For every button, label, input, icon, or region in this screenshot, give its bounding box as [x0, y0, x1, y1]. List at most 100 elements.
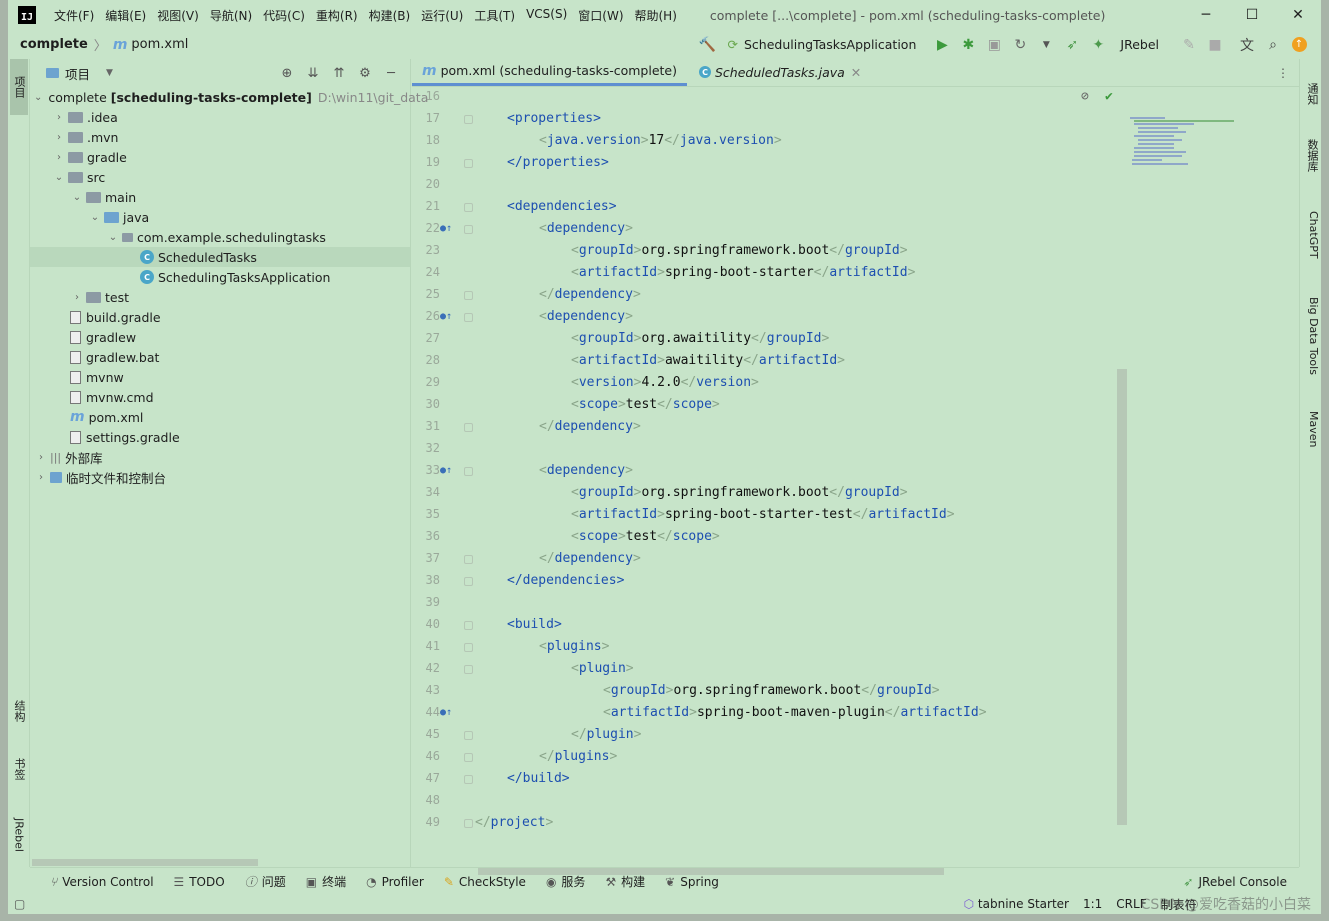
search-icon[interactable]: ⌕	[1261, 35, 1285, 55]
tree-item-gradlew[interactable]: gradlew	[30, 327, 410, 347]
code-editor[interactable]: 16 17 18 19 20 21 22 23 24 25 26 27 28 29 30 31 32 33 34 35…	[412, 87, 1299, 847]
chevron-right-icon[interactable]: ›	[34, 472, 48, 483]
menu-window[interactable]: 窗口(W)	[578, 7, 623, 24]
chevron-down-icon[interactable]: ⌄	[70, 192, 84, 203]
tree-item-gradlew-bat[interactable]: gradlew.bat	[30, 347, 410, 367]
intellij-logo-icon[interactable]: IJ	[18, 6, 36, 24]
translate-icon[interactable]: 文	[1235, 35, 1259, 55]
update-icon[interactable]: ↑	[1287, 35, 1311, 55]
jrebel-update-icon[interactable]: ✎	[1177, 35, 1201, 55]
jrebel-tool-button[interactable]: JRebel	[10, 807, 28, 863]
fold-marker-icon[interactable]	[464, 753, 473, 762]
editor-vertical-scrollbar[interactable]	[1117, 369, 1127, 825]
menu-navigate[interactable]: 导航(N)	[210, 7, 252, 24]
coverage-icon[interactable]: ▣	[982, 35, 1006, 55]
bigdata-tool-button[interactable]: Big Data Tools	[1302, 297, 1320, 375]
tab-scheduledtasks-java[interactable]: C ScheduledTasks.java ✕	[687, 58, 871, 86]
code-minimap[interactable]	[1130, 117, 1240, 177]
tree-item-src[interactable]: ⌄ src	[30, 167, 410, 187]
chevron-right-icon[interactable]: ›	[52, 152, 66, 163]
chevron-down-icon[interactable]: ⌄	[88, 212, 102, 223]
minimize-icon[interactable]: ─	[1183, 0, 1229, 30]
maven-dependency-icon[interactable]: ●↑	[440, 223, 452, 234]
close-icon[interactable]: ✕	[1275, 0, 1321, 30]
chevron-right-icon[interactable]: ›	[70, 292, 84, 303]
fold-marker-icon[interactable]	[464, 731, 473, 740]
chevron-right-icon[interactable]: ›	[52, 132, 66, 143]
breadcrumb-file[interactable]: pom.xml	[131, 37, 188, 52]
fold-marker-icon[interactable]	[464, 115, 473, 124]
jrebel-console-tool[interactable]: ➶ JRebel Console	[1183, 875, 1287, 889]
spring-tool[interactable]: ❦ Spring	[665, 875, 719, 889]
maven-dependency-icon[interactable]: ●↑	[440, 707, 452, 718]
menu-build[interactable]: 构建(B)	[369, 7, 411, 24]
maven-dependency-icon[interactable]: ●↑	[440, 311, 452, 322]
menu-tools[interactable]: 工具(T)	[474, 7, 515, 24]
chevron-right-icon[interactable]: ›	[52, 112, 66, 123]
fold-marker-icon[interactable]	[464, 819, 473, 828]
tree-item-main[interactable]: ⌄ main	[30, 187, 410, 207]
maven-tool-button[interactable]: Maven	[1302, 411, 1320, 447]
fold-marker-icon[interactable]	[464, 313, 473, 322]
project-panel-title[interactable]: 项目	[65, 64, 90, 83]
build-tool[interactable]: ⚒ 构建	[605, 873, 645, 890]
chatgpt-tool-button[interactable]: ChatGPT	[1302, 211, 1320, 259]
notifications-tool-button[interactable]: 通知	[1302, 83, 1320, 105]
chevron-down-icon[interactable]: ▼	[106, 68, 113, 78]
fold-marker-icon[interactable]	[464, 665, 473, 674]
fold-marker-icon[interactable]	[464, 159, 473, 168]
locate-icon[interactable]: ⊕	[274, 66, 300, 81]
services-tool[interactable]: ◉ 服务	[546, 873, 586, 890]
profile-icon[interactable]: ↻	[1008, 35, 1032, 55]
tree-item-mvnw[interactable]: mvnw	[30, 367, 410, 387]
menu-refactor[interactable]: 重构(R)	[316, 7, 358, 24]
tree-item-scratches[interactable]: › 临时文件和控制台	[30, 467, 410, 487]
todo-tool[interactable]: ☰ TODO	[174, 875, 225, 889]
problems-tool[interactable]: ⓘ 问题	[245, 873, 286, 890]
terminal-tool[interactable]: ▣ 终端	[306, 873, 346, 890]
fold-marker-icon[interactable]	[464, 555, 473, 564]
tab-pom-xml[interactable]: m pom.xml (scheduling-tasks-complete)	[412, 58, 687, 86]
tabnine-status[interactable]: ⬡ tabnine Starter	[964, 897, 1069, 911]
tree-item-build-gradle[interactable]: build.gradle	[30, 307, 410, 327]
jrebel-label[interactable]: JRebel	[1120, 37, 1159, 52]
maximize-icon[interactable]: ☐	[1229, 0, 1275, 30]
tree-item-mvn[interactable]: › .mvn	[30, 127, 410, 147]
bookmarks-tool-button[interactable]: 书签	[10, 747, 28, 791]
tree-item-scheduledtasks[interactable]: C ScheduledTasks	[30, 247, 410, 267]
fold-marker-icon[interactable]	[464, 423, 473, 432]
tree-item-mvnw-cmd[interactable]: mvnw.cmd	[30, 387, 410, 407]
more-tabs-icon[interactable]: ⋮	[1277, 66, 1289, 80]
fold-marker-icon[interactable]	[464, 775, 473, 784]
fold-marker-icon[interactable]	[464, 203, 473, 212]
fold-marker-icon[interactable]	[464, 643, 473, 652]
hide-icon[interactable]: ─	[378, 66, 404, 81]
menu-run[interactable]: 运行(U)	[421, 7, 463, 24]
menu-vcs[interactable]: VCS(S)	[526, 7, 567, 24]
jrebel-debug-icon[interactable]: ✦	[1086, 35, 1110, 55]
tree-item-idea[interactable]: › .idea	[30, 107, 410, 127]
maven-dependency-icon[interactable]: ●↑	[440, 465, 452, 476]
gear-icon[interactable]: ⚙	[352, 66, 378, 81]
tree-item-settings-gradle[interactable]: settings.gradle	[30, 427, 410, 447]
tree-item-schedulingtasksapplication[interactable]: C SchedulingTasksApplication	[30, 267, 410, 287]
run-icon[interactable]: ▶	[930, 35, 954, 55]
chevron-right-icon[interactable]: ›	[34, 452, 48, 463]
version-control-tool[interactable]: ⑂ Version Control	[50, 875, 154, 889]
run-config-selector[interactable]: ⟳ SchedulingTasksApplication	[727, 37, 916, 52]
fold-marker-icon[interactable]	[464, 291, 473, 300]
more-run-icon[interactable]: ▼	[1034, 35, 1058, 55]
menu-edit[interactable]: 编辑(E)	[105, 7, 146, 24]
chevron-down-icon[interactable]: ⌄	[52, 172, 66, 183]
chevron-down-icon[interactable]: ⌄	[34, 92, 42, 103]
tree-item-gradle[interactable]: › gradle	[30, 147, 410, 167]
reader-mode-icon[interactable]: ⊘	[1081, 89, 1089, 104]
project-tree-horizontal-scrollbar[interactable]	[32, 859, 258, 866]
tree-item-pom-xml[interactable]: m pom.xml	[30, 407, 410, 427]
structure-tool-button[interactable]: 结构	[10, 689, 28, 733]
fold-marker-icon[interactable]	[464, 621, 473, 630]
menu-view[interactable]: 视图(V)	[157, 7, 199, 24]
profiler-tool[interactable]: ◔ Profiler	[366, 875, 424, 889]
jrebel-run-icon[interactable]: ➶	[1060, 35, 1084, 55]
tree-item-complete[interactable]: ⌄ complete [scheduling-tasks-complete] D…	[30, 87, 428, 107]
